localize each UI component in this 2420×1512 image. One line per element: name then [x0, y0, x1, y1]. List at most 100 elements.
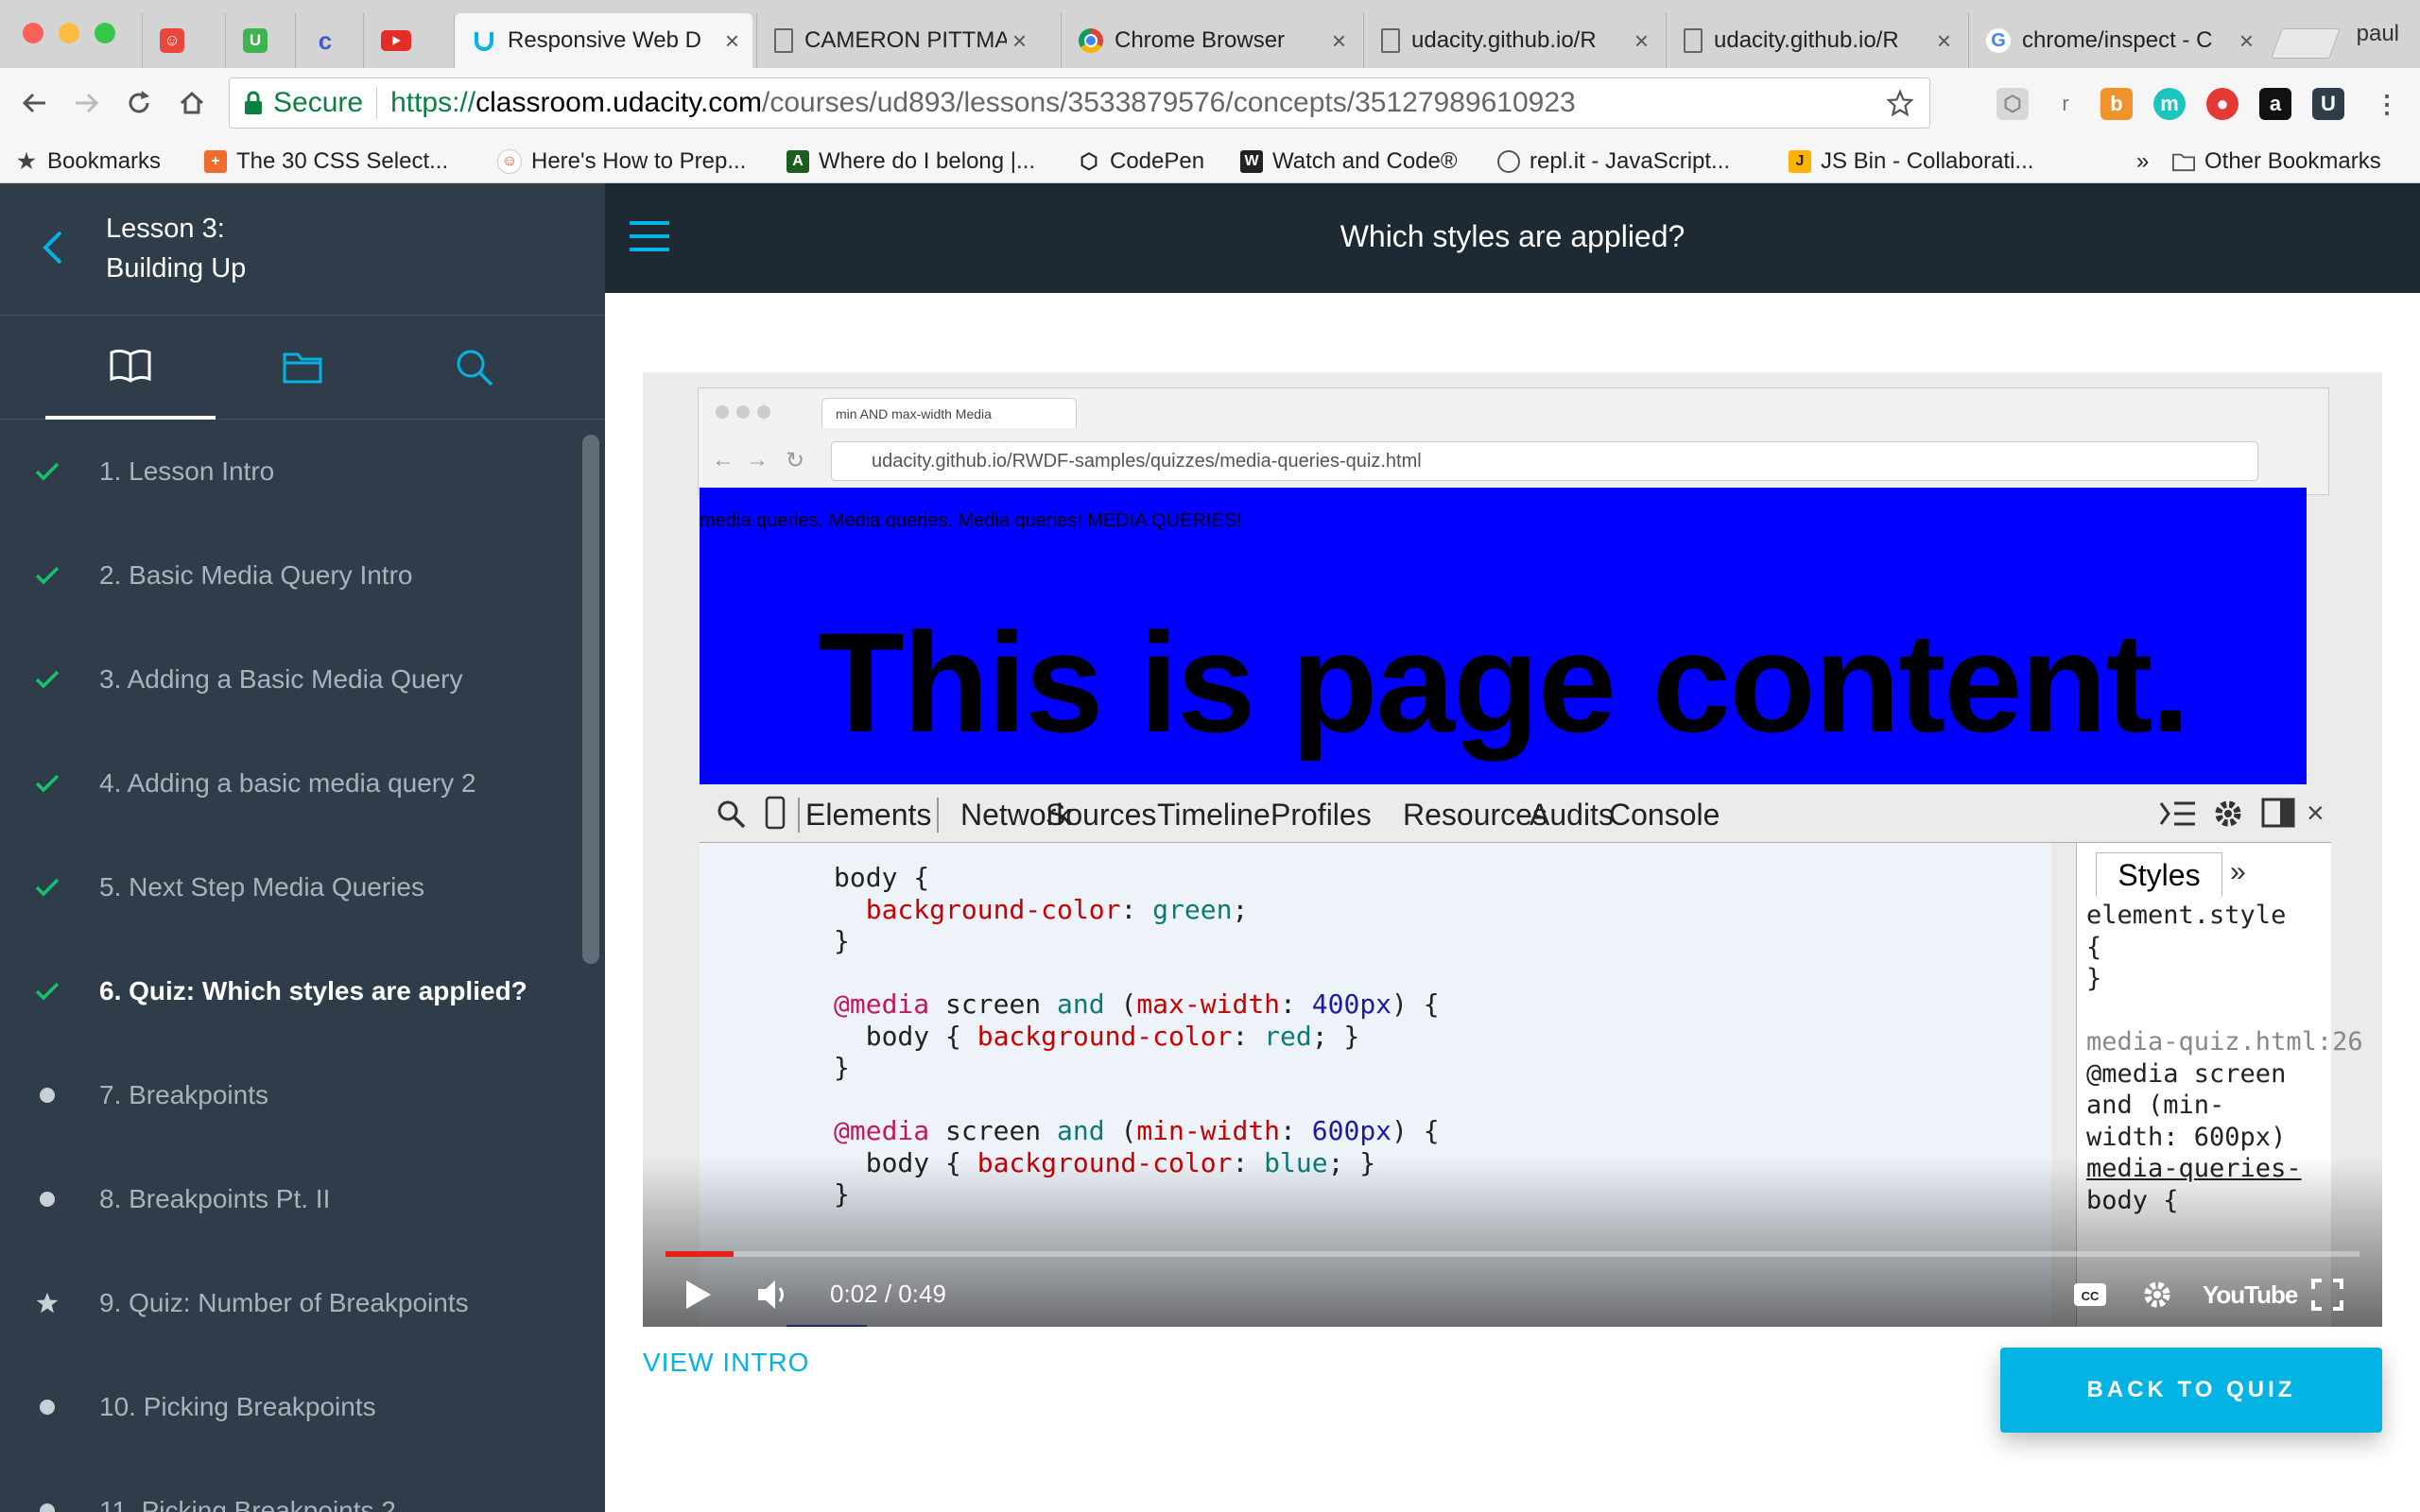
tab-concepts[interactable]: [45, 316, 216, 420]
close-tab-icon[interactable]: ×: [1937, 26, 1951, 56]
volume-button[interactable]: [756, 1266, 790, 1323]
bookmark-item[interactable]: W Watch and Code®: [1240, 146, 1458, 178]
bookmark-item[interactable]: ☺ Here's How to Prep...: [497, 146, 746, 178]
concept-label: 5. Next Step Media Queries: [99, 872, 424, 902]
fullscreen-button[interactable]: [2310, 1266, 2344, 1323]
concept-item[interactable]: 5. Next Step Media Queries: [0, 835, 579, 939]
bookmark-star-icon[interactable]: [1886, 89, 1914, 117]
reload-button[interactable]: [117, 81, 161, 125]
arrow-right-icon: [76, 93, 99, 113]
bookmark-item[interactable]: + The 30 CSS Select...: [204, 146, 448, 178]
devtools-gear-icon: [2215, 800, 2241, 827]
extension-m-icon[interactable]: m: [2153, 88, 2186, 120]
concept-item[interactable]: 11. Picking Breakpoints 2: [0, 1459, 579, 1512]
extension-cube-icon[interactable]: ⬡: [1996, 88, 2029, 120]
concept-item[interactable]: 10. Picking Breakpoints: [0, 1355, 579, 1459]
other-bookmarks[interactable]: Other Bookmarks: [2172, 146, 2381, 178]
bookmarks-overflow-button[interactable]: »: [2136, 146, 2149, 178]
tab-search[interactable]: [389, 316, 560, 420]
close-tab-icon[interactable]: ×: [725, 26, 739, 56]
gear-icon: [2144, 1281, 2170, 1308]
profile-name[interactable]: paul: [2357, 21, 2399, 47]
browser-tab[interactable]: ☺: [142, 13, 225, 68]
address-bar[interactable]: Secure https:// classroom.udacity.com /c…: [229, 77, 1930, 129]
back-to-quiz-button[interactable]: BACK TO QUIZ: [2000, 1348, 2382, 1433]
devtools-search-icon: [717, 800, 746, 829]
minimize-window-button[interactable]: [59, 23, 79, 43]
new-tab-button[interactable]: [2271, 28, 2341, 59]
forward-button[interactable]: [64, 81, 108, 125]
bookmark-item[interactable]: ⬡ CodePen: [1078, 146, 1204, 178]
settings-button[interactable]: [2140, 1266, 2174, 1323]
concept-item[interactable]: 2. Basic Media Query Intro: [0, 524, 579, 627]
bookmark-item[interactable]: A Where do I belong |...: [786, 146, 1035, 178]
play-icon: [686, 1280, 711, 1309]
checkmark-icon: [34, 978, 60, 1005]
checkmark-icon: [34, 874, 60, 901]
styles-tab: Styles: [2096, 852, 2222, 897]
concept-item[interactable]: 6. Quiz: Which styles are applied?: [0, 939, 579, 1043]
close-tab-icon[interactable]: ×: [1332, 26, 1346, 56]
url-host: classroom.udacity.com: [475, 87, 762, 118]
secure-label: Secure: [273, 87, 364, 118]
captions-button[interactable]: CC: [2072, 1266, 2108, 1323]
dock-icon: [2261, 798, 2295, 828]
browser-tab[interactable]: U: [225, 13, 295, 68]
browser-tab[interactable]: c: [295, 13, 363, 68]
tab-resources[interactable]: [217, 316, 388, 420]
close-tab-icon[interactable]: ×: [1634, 26, 1649, 56]
video-progress-bar[interactable]: [666, 1251, 2360, 1257]
back-button[interactable]: [13, 81, 57, 125]
concept-item[interactable]: 7. Breakpoints: [0, 1043, 579, 1147]
bookmark-label: Other Bookmarks: [2204, 148, 2381, 174]
url-path: /courses/ud893/lessons/3533879576/concep…: [761, 87, 1576, 118]
extension-orange-icon[interactable]: b: [2100, 88, 2133, 120]
video-player[interactable]: min AND max-width Media ← → ↻ udacity.gi…: [643, 372, 2382, 1327]
bookmark-item[interactable]: J JS Bin - Collaborati...: [1789, 146, 2033, 178]
concept-item[interactable]: 1. Lesson Intro: [0, 420, 579, 524]
checkmark-icon: [34, 770, 60, 797]
concept-label: 11. Picking Breakpoints 2: [99, 1496, 396, 1512]
browser-tab[interactable]: udacity.github.io/R ×: [1666, 13, 1964, 68]
extension-tomato-icon[interactable]: ●: [2206, 88, 2238, 120]
concept-list: 1. Lesson Intro 2. Basic Media Query Intr…: [0, 420, 579, 1512]
concept-item[interactable]: 9. Quiz: Number of Breakpoints: [0, 1251, 579, 1355]
browser-tab[interactable]: G chrome/inspect - C ×: [1968, 13, 2267, 68]
maximize-window-button[interactable]: [95, 23, 115, 43]
extension-amazon-icon[interactable]: a: [2259, 88, 2291, 120]
home-button[interactable]: [170, 81, 214, 125]
chrome-menu-icon[interactable]: ⋮: [2371, 88, 2403, 120]
concept-item[interactable]: 4. Adding a basic media query 2: [0, 731, 579, 835]
document-icon: [1684, 28, 1703, 53]
concept-item[interactable]: 3. Adding a Basic Media Query: [0, 627, 579, 731]
extension-udacity-icon[interactable]: U: [2312, 88, 2344, 120]
concept-item[interactable]: 8. Breakpoints Pt. II: [0, 1147, 579, 1251]
browser-tab-active[interactable]: Responsive Web D ×: [454, 13, 752, 68]
chevron-left-icon[interactable]: [38, 227, 66, 268]
browser-tab[interactable]: Chrome Browser ×: [1061, 13, 1359, 68]
view-intro-link[interactable]: VIEW INTRO: [643, 1348, 809, 1378]
tab-title: udacity.github.io/R: [1714, 27, 1899, 53]
concept-label: 10. Picking Breakpoints: [99, 1392, 376, 1421]
bookmark-label: Bookmarks: [47, 148, 162, 174]
device-mode-icon: [765, 796, 786, 830]
dot-icon: [34, 1186, 60, 1212]
browser-tab[interactable]: [363, 13, 446, 68]
play-button[interactable]: [684, 1266, 713, 1323]
bookmark-label: Here's How to Prep...: [531, 148, 747, 174]
devtools-close-icon: ×: [2307, 796, 2325, 830]
close-tab-icon[interactable]: ×: [2239, 26, 2254, 56]
bookmark-item[interactable]: ★ Bookmarks: [15, 146, 161, 178]
extension-r-icon[interactable]: r: [2049, 88, 2082, 120]
browser-tab[interactable]: udacity.github.io/R ×: [1363, 13, 1662, 68]
close-window-button[interactable]: [23, 23, 43, 43]
bookmark-item[interactable]: repl.it - JavaScript...: [1497, 146, 1730, 178]
youtube-logo[interactable]: YouTube: [2203, 1266, 2298, 1323]
browser-tab[interactable]: CAMERON PITTMA ×: [756, 13, 1040, 68]
checkmark-icon: [34, 666, 60, 693]
udacity-favicon-icon: [472, 28, 496, 53]
close-tab-icon[interactable]: ×: [1012, 26, 1027, 56]
page-title: Which styles are applied?: [1340, 219, 1685, 253]
sidebar-scrollbar[interactable]: [582, 435, 599, 964]
fullscreen-icon: [2311, 1279, 2343, 1311]
